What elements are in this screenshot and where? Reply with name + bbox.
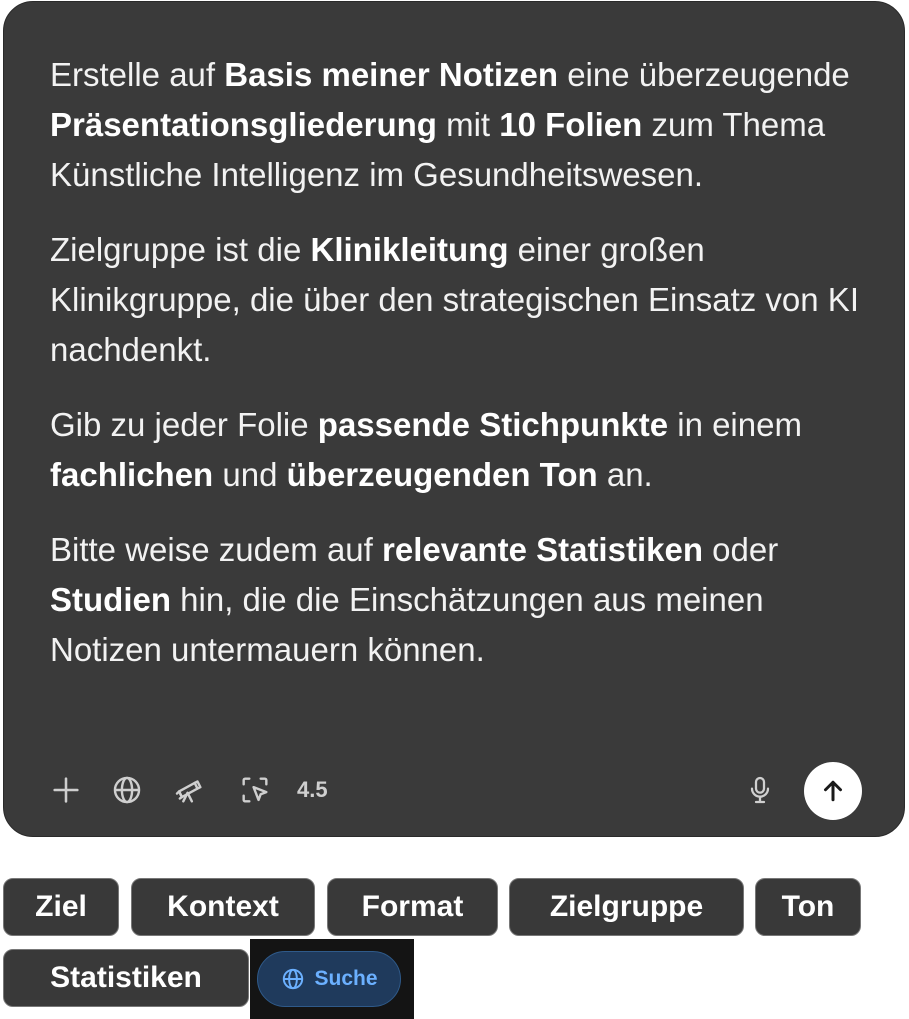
plus-icon[interactable] [48, 772, 84, 808]
prompt-text-run: Erstelle auf [50, 56, 225, 93]
prompt-bold-text: Studien [50, 581, 171, 618]
model-version[interactable]: 4.5 [297, 776, 328, 804]
prompt-text-run: Bitte weise zudem auf [50, 531, 382, 568]
composer-toolbar: 4.5 [4, 762, 904, 820]
prompt-paragraph-2: Zielgruppe ist die Klinikleitung einer g… [50, 225, 880, 375]
prompt-bold-text: Basis meiner Notizen [224, 56, 559, 93]
prompt-bold-text: 10 Folien [499, 106, 643, 143]
prompt-text-run: eine überzeugende [558, 56, 850, 93]
prompt-card: Erstelle auf Basis meiner Notizen eine ü… [3, 1, 905, 837]
chip-kontext[interactable]: Kontext [131, 878, 315, 936]
prompt-text-run: Zielgruppe ist die [50, 231, 311, 268]
prompt-text-run: Gib zu jeder Folie [50, 406, 318, 443]
globe-icon[interactable] [109, 772, 145, 808]
prompt-paragraph-4: Bitte weise zudem auf relevante Statisti… [50, 525, 880, 675]
prompt-bold-text: Klinikleitung [310, 231, 509, 268]
chip-ton[interactable]: Ton [755, 878, 861, 936]
cursor-select-icon[interactable] [237, 772, 273, 808]
prompt-bold-text: Präsentationsgliederung [50, 106, 437, 143]
microphone-icon[interactable] [742, 772, 778, 808]
prompt-paragraph-1: Erstelle auf Basis meiner Notizen eine ü… [50, 50, 880, 200]
chip-ziel[interactable]: Ziel [3, 878, 119, 936]
chip-statistiken[interactable]: Statistiken [3, 949, 249, 1007]
prompt-paragraph-3: Gib zu jeder Folie passende Stichpunkte … [50, 400, 880, 500]
prompt-bold-text: überzeugenden Ton [286, 456, 598, 493]
prompt-text-run: und [213, 456, 287, 493]
telescope-icon[interactable] [171, 772, 207, 808]
search-chip[interactable]: Suche [257, 951, 401, 1007]
prompt-bold-text: passende Stichpunkte [317, 406, 669, 443]
globe-icon [283, 968, 304, 990]
prompt-text-run: an. [597, 456, 653, 493]
prompt-text[interactable]: Erstelle auf Basis meiner Notizen eine ü… [50, 50, 880, 700]
prompt-bold-text: relevante Statistiken [382, 531, 703, 568]
prompt-bold-text: fachlichen [50, 456, 214, 493]
search-chip-container: Suche [250, 939, 414, 1019]
search-chip-label: Suche [314, 967, 378, 990]
arrow-up-icon [824, 780, 842, 802]
chip-zielgruppe[interactable]: Zielgruppe [509, 878, 744, 936]
prompt-text-run: in einem [668, 406, 802, 443]
prompt-text-run: mit [436, 106, 500, 143]
chip-format[interactable]: Format [327, 878, 498, 936]
send-button[interactable] [804, 762, 862, 820]
prompt-text-run: oder [702, 531, 779, 568]
